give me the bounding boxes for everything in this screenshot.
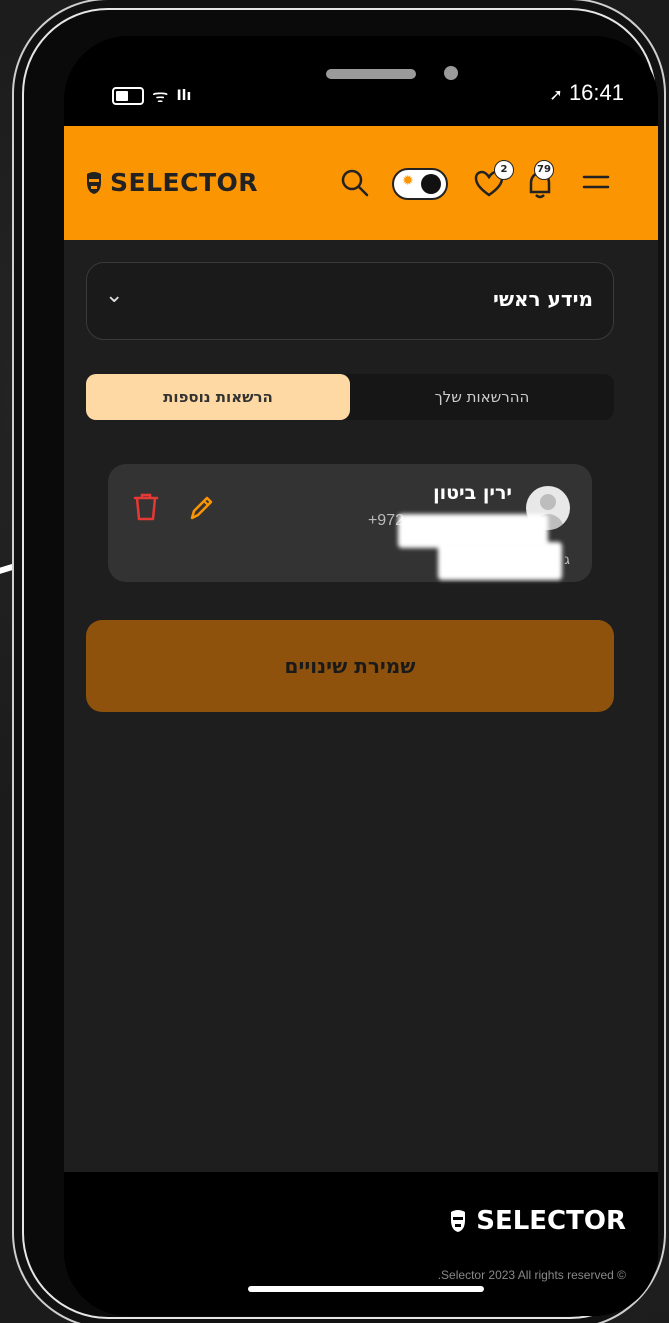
search-icon[interactable] xyxy=(340,168,370,198)
wifi-icon: ᯤ xyxy=(152,86,169,107)
section-dropdown[interactable]: ⌄ מידע ראשי xyxy=(86,262,614,340)
sun-icon: ✹ xyxy=(402,173,414,189)
front-camera xyxy=(444,66,458,80)
permissions-tabs: הרשאות נוספות ההרשאות שלך xyxy=(86,374,614,420)
trash-icon[interactable] xyxy=(132,492,160,522)
home-indicator[interactable] xyxy=(248,1286,484,1292)
pencil-icon[interactable] xyxy=(188,494,214,522)
brand-mascot-icon xyxy=(87,171,101,194)
copyright-text: .Selector 2023 All rights reserved © xyxy=(437,1268,626,1282)
save-changes-button[interactable]: שמירת שינויים xyxy=(86,620,614,712)
notifications-badge: 79 xyxy=(534,160,554,180)
speaker-grille xyxy=(326,69,416,79)
clock-label: 16:41 xyxy=(568,80,624,105)
chevron-down-icon: ⌄ xyxy=(105,283,124,308)
signal-icon: Ilı xyxy=(176,88,192,104)
status-icons: ᯤ Ilı xyxy=(112,84,191,108)
battery-icon xyxy=(112,87,144,105)
theme-toggle[interactable]: ✹ xyxy=(392,168,448,200)
redaction-blur xyxy=(438,542,562,580)
status-time: ➚ 16:41 xyxy=(549,80,624,106)
app-header: SELECTOR ✹ 2 79 xyxy=(64,126,658,240)
toggle-knob xyxy=(421,174,441,194)
app-screen: ᯤ Ilı ➚ 16:41 SELECTOR ✹ 2 79 ⌄ מידע ראש… xyxy=(64,36,658,1316)
app-footer: SELECTOR .Selector 2023 All rights reser… xyxy=(64,1172,658,1316)
favorites-badge: 2 xyxy=(494,160,514,180)
tab-your-permissions[interactable]: ההרשאות שלך xyxy=(350,374,614,420)
brand-name: SELECTOR xyxy=(110,168,258,197)
brand-logo[interactable]: SELECTOR xyxy=(84,168,258,197)
brand-mascot-icon xyxy=(451,1210,466,1232)
user-permission-card: ירין ביטון +972 ג xyxy=(108,464,592,582)
dropdown-label: מידע ראשי xyxy=(492,287,593,311)
tab-additional-permissions[interactable]: הרשאות נוספות xyxy=(86,374,350,420)
hamburger-menu-icon[interactable] xyxy=(582,172,610,194)
main-content: ⌄ מידע ראשי הרשאות נוספות ההרשאות שלך יר… xyxy=(64,240,658,1172)
location-arrow-icon: ➚ xyxy=(549,87,563,104)
footer-brand-name: SELECTOR xyxy=(476,1206,626,1236)
user-role: ג xyxy=(564,552,570,568)
footer-logo: SELECTOR xyxy=(448,1206,626,1236)
phone-frame: ᯤ Ilı ➚ 16:41 SELECTOR ✹ 2 79 ⌄ מידע ראש… xyxy=(22,8,658,1319)
user-name: ירין ביטון xyxy=(433,482,512,504)
